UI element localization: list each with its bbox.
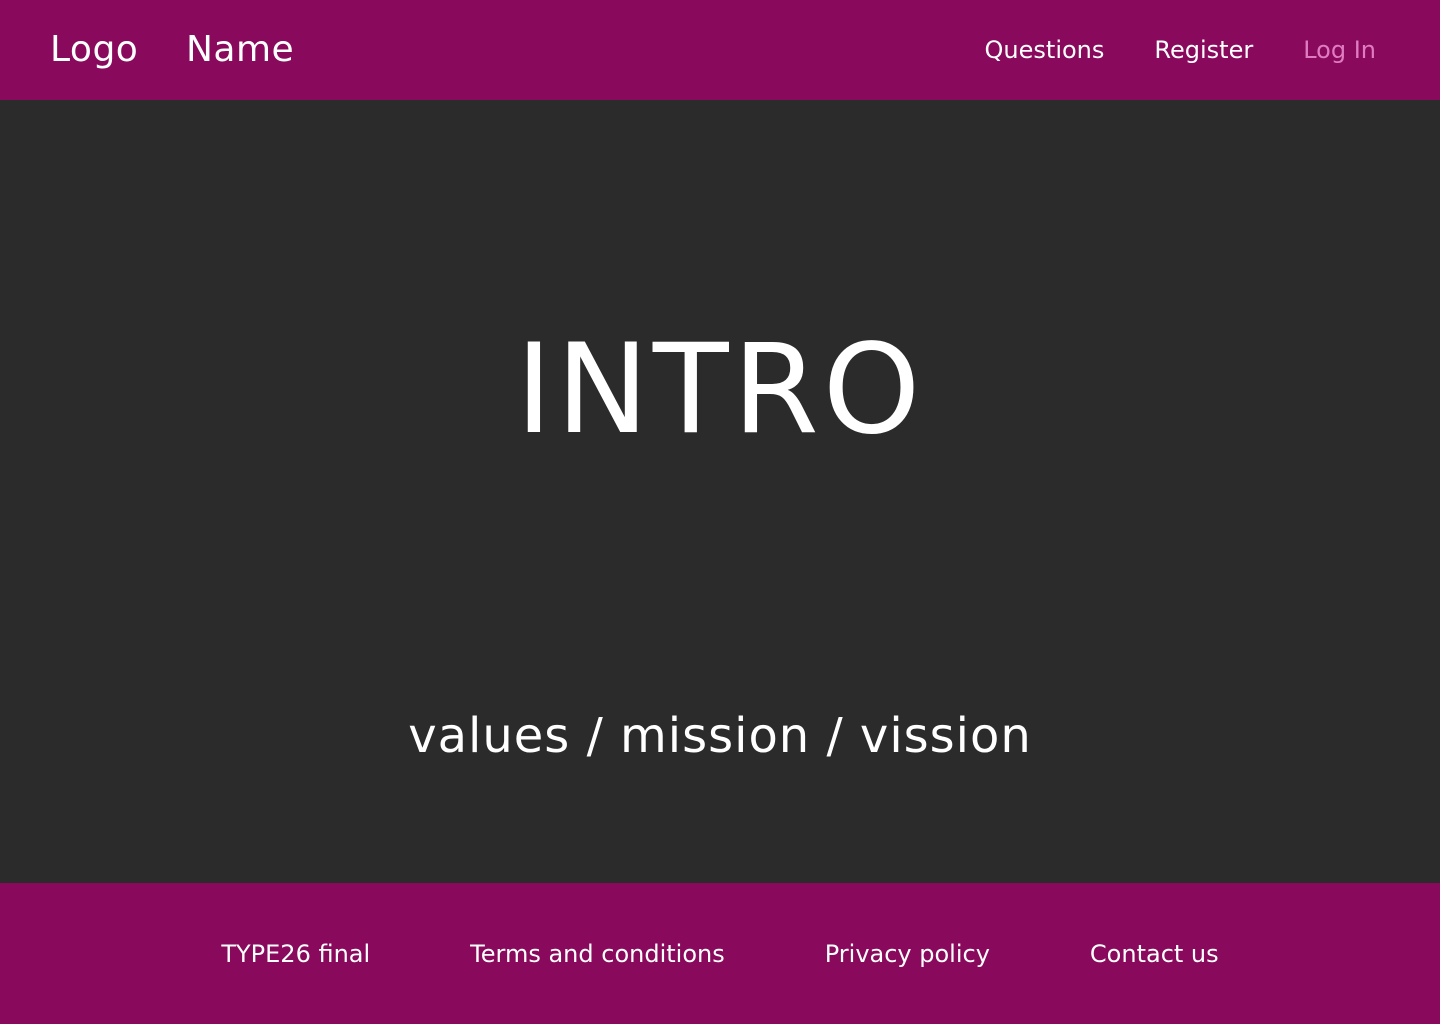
nav-link-questions[interactable]: Questions: [985, 35, 1105, 65]
site-name[interactable]: Name: [186, 27, 294, 73]
footer-link-terms[interactable]: Terms and conditions: [470, 939, 725, 969]
nav-link-register[interactable]: Register: [1154, 35, 1253, 65]
footer-link-privacy[interactable]: Privacy policy: [825, 939, 990, 969]
nav-link-log-in[interactable]: Log In: [1303, 35, 1376, 65]
footer-brand: TYPE26 final: [221, 940, 371, 968]
site-logo[interactable]: Logo: [50, 27, 138, 73]
main-nav: Questions Register Log In: [985, 35, 1376, 65]
hero-title: INTRO: [515, 318, 925, 462]
hero-subtitle: values / mission / vission: [408, 708, 1032, 764]
footer-links: TYPE26 final Terms and conditions Privac…: [0, 939, 1440, 969]
site-footer: TYPE26 final Terms and conditions Privac…: [0, 883, 1440, 1024]
top-header: Logo Name Questions Register Log In: [0, 0, 1440, 100]
hero-section: INTRO values / mission / vission: [0, 100, 1440, 883]
footer-link-contact[interactable]: Contact us: [1090, 939, 1219, 969]
